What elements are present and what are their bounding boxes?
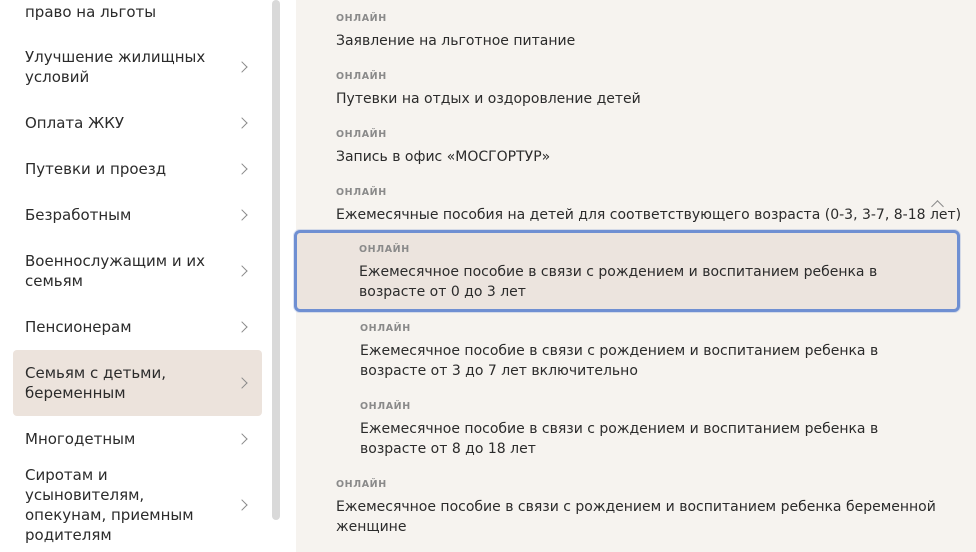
service-item[interactable]: ОНЛАЙН Путевки на отдых и оздоровление д… [336, 71, 936, 109]
chevron-right-icon [236, 209, 248, 221]
service-item[interactable]: ОНЛАЙН Заявление на льготное питание [336, 13, 936, 51]
service-item[interactable]: ОНЛАЙН Ежемесячное пособие в связи с рож… [336, 479, 936, 537]
chevron-right-icon [236, 117, 248, 129]
chevron-right-icon [236, 377, 248, 389]
service-item-focused[interactable]: ОНЛАЙН Ежемесячное пособие в связи с рож… [294, 230, 960, 312]
sidebar-item-label: Улучшение жилищных условий [25, 48, 206, 86]
chevron-right-icon [236, 61, 248, 73]
sidebar-item-large-families[interactable]: Многодетным [13, 416, 262, 462]
chevron-right-icon [236, 321, 248, 333]
chevron-right-icon [236, 265, 248, 277]
service-title: Путевки на отдых и оздоровление детей [336, 91, 641, 107]
sidebar-item-travel[interactable]: Путевки и проезд [13, 146, 262, 192]
service-item[interactable]: ОНЛАЙН Ежемесячное пособие в связи с рож… [360, 401, 880, 459]
sidebar-item-unemployed[interactable]: Безработным [13, 192, 262, 238]
service-group-header[interactable]: ОНЛАЙН Ежемесячные пособия на детей для … [336, 187, 962, 225]
online-badge: ОНЛАЙН [336, 187, 387, 198]
sidebar-item-label: Многодетным [25, 430, 136, 448]
online-badge: ОНЛАЙН [336, 71, 387, 82]
service-title: Запись в офис «МОСГОРТУР» [336, 149, 551, 165]
online-badge: ОНЛАЙН [360, 323, 411, 334]
service-title: Ежемесячное пособие в связи с рождением … [360, 421, 879, 457]
sidebar-scrollbar[interactable] [272, 0, 280, 520]
sidebar-item-families[interactable]: Семьям с детьми, беременным [13, 350, 262, 416]
sidebar-item-pensioners[interactable]: Пенсионерам [13, 304, 262, 350]
sidebar-item-label: Безработным [25, 206, 132, 224]
online-badge: ОНЛАЙН [360, 401, 411, 412]
sidebar-item-housing[interactable]: Улучшение жилищных условий [13, 44, 262, 90]
sidebar-item-label: Семьям с детьми, беременным [25, 364, 166, 402]
online-badge: ОНЛАЙН [336, 129, 387, 140]
sidebar-item-label: Сиротам и усыновителям, опекунам, приемн… [25, 466, 194, 544]
service-title: Ежемесячные пособия на детей для соответ… [336, 207, 962, 223]
chevron-right-icon [236, 499, 248, 511]
service-item[interactable]: ОНЛАЙН Ежемесячное пособие в связи с рож… [360, 323, 880, 381]
sidebar-item-label: Военнослужащим и их семьям [25, 252, 206, 290]
online-badge: ОНЛАЙН [336, 13, 387, 24]
sidebar-item-benefits[interactable]: право на льготы [13, 0, 262, 30]
sidebar-item-label: Пенсионерам [25, 318, 132, 336]
app-root: право на льготы Улучшение жилищных услов… [0, 0, 976, 552]
sidebar-item-label: Оплата ЖКУ [25, 114, 125, 132]
sidebar-item-orphans[interactable]: Сиротам и усыновителям, опекунам, приемн… [13, 466, 262, 544]
online-badge: ОНЛАЙН [336, 479, 387, 490]
sidebar-item-utilities[interactable]: Оплата ЖКУ [13, 100, 262, 146]
service-title: Ежемесячное пособие в связи с рождением … [336, 499, 936, 535]
online-badge: ОНЛАЙН [359, 244, 410, 255]
service-title: Ежемесячное пособие в связи с рождением … [359, 264, 878, 300]
chevron-right-icon [236, 433, 248, 445]
chevron-right-icon [236, 163, 248, 175]
service-item[interactable]: ОНЛАЙН Запись в офис «МОСГОРТУР» [336, 129, 936, 167]
service-title: Ежемесячное пособие в связи с рождением … [360, 343, 879, 379]
sidebar-item-label: право на льготы [25, 3, 157, 21]
sidebar-item-label: Путевки и проезд [25, 160, 167, 178]
service-title: Заявление на льготное питание [336, 33, 576, 49]
services-list: ОНЛАЙН Заявление на льготное питание ОНЛ… [294, 0, 976, 552]
sidebar: право на льготы Улучшение жилищных услов… [0, 0, 268, 552]
sidebar-item-military[interactable]: Военнослужащим и их семьям [13, 248, 262, 294]
